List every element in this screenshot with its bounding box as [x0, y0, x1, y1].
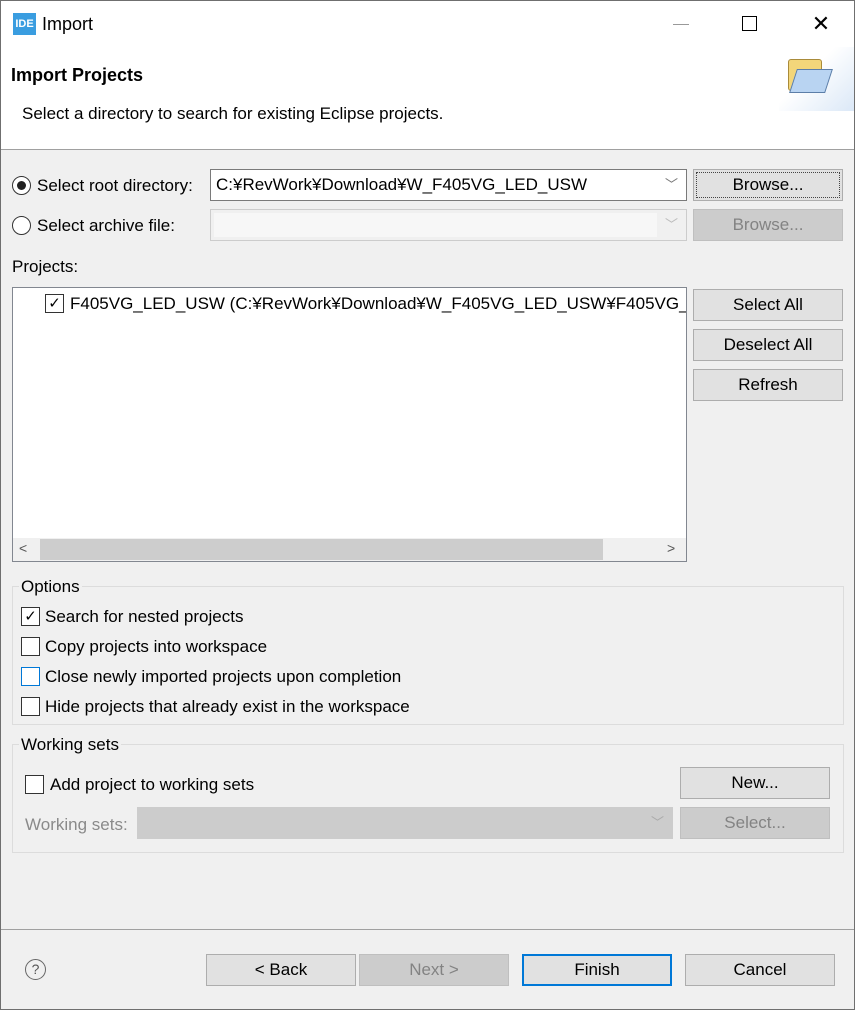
working-sets-group-label: Working sets	[19, 735, 121, 755]
minimize-button[interactable]	[656, 11, 706, 37]
archive-browse-button: Browse...	[693, 209, 843, 241]
project-item-label[interactable]: F405VG_LED_USW (C:¥RevWork¥Download¥W_F4…	[70, 294, 686, 314]
new-working-set-button[interactable]: New...	[680, 767, 830, 799]
help-icon[interactable]: ?	[25, 959, 46, 980]
working-sets-combo: ﹀	[137, 807, 673, 839]
scroll-right-icon[interactable]: >	[667, 540, 675, 556]
horizontal-scrollbar[interactable]: < >	[13, 538, 686, 561]
chevron-down-icon[interactable]: ﹀	[665, 170, 678, 200]
refresh-button[interactable]: Refresh	[693, 369, 843, 401]
archive-file-label: Select archive file:	[37, 216, 175, 235]
copy-projects-checkbox[interactable]	[21, 637, 40, 656]
close-imported-label[interactable]: Close newly imported projects upon compl…	[45, 667, 401, 687]
scrollbar-thumb[interactable]	[40, 539, 603, 560]
folder-open-icon	[779, 47, 854, 111]
back-button[interactable]: < Back	[206, 954, 356, 986]
page-title: Import Projects	[11, 65, 144, 85]
deselect-all-button[interactable]: Deselect All	[693, 329, 843, 361]
add-working-sets-label[interactable]: Add project to working sets	[50, 775, 254, 795]
title-bar: IDE Import ✕	[1, 1, 854, 47]
footer-separator	[1, 929, 854, 930]
archive-file-radio[interactable]	[12, 216, 31, 235]
import-dialog: IDE Import ✕ Import Projects Select a di…	[0, 0, 855, 1010]
close-imported-checkbox[interactable]	[21, 667, 40, 686]
app-icon: IDE	[13, 13, 36, 35]
next-button: Next >	[359, 954, 509, 986]
project-checkbox[interactable]: ✓	[45, 294, 64, 313]
search-nested-checkbox[interactable]: ✓	[21, 607, 40, 626]
wizard-header: Import Projects Select a directory to se…	[1, 47, 854, 150]
search-nested-label[interactable]: Search for nested projects	[45, 607, 243, 627]
hide-existing-checkbox[interactable]	[21, 697, 40, 716]
page-description: Select a directory to search for existin…	[22, 104, 444, 123]
select-working-set-button: Select...	[680, 807, 830, 839]
add-working-sets-checkbox[interactable]	[25, 775, 44, 794]
finish-button[interactable]: Finish	[522, 954, 672, 986]
hide-existing-label[interactable]: Hide projects that already exist in the …	[45, 697, 410, 717]
root-directory-radio[interactable]	[12, 176, 31, 195]
chevron-down-icon: ﹀	[650, 815, 664, 830]
projects-label: Projects:	[12, 257, 79, 276]
root-directory-label: Select root directory:	[37, 176, 193, 195]
cancel-button[interactable]: Cancel	[685, 954, 835, 986]
options-label: Options	[19, 577, 82, 597]
close-button[interactable]: ✕	[796, 9, 846, 39]
working-sets-label: Working sets:	[25, 815, 128, 834]
root-directory-combo[interactable]: C:¥RevWork¥Download¥W_F405VG_LED_USW ﹀	[210, 169, 687, 201]
projects-list[interactable]: ✓ F405VG_LED_USW (C:¥RevWork¥Download¥W_…	[12, 287, 687, 562]
copy-projects-label[interactable]: Copy projects into workspace	[45, 637, 267, 657]
scroll-left-icon[interactable]: <	[19, 540, 27, 556]
root-browse-button[interactable]: Browse...	[693, 169, 843, 201]
chevron-down-icon: ﹀	[664, 217, 678, 232]
maximize-button[interactable]	[726, 11, 776, 37]
archive-file-combo[interactable]: ﹀	[210, 209, 687, 241]
window-title: Import	[42, 14, 94, 34]
root-directory-value: C:¥RevWork¥Download¥W_F405VG_LED_USW	[216, 175, 588, 194]
select-all-button[interactable]: Select All	[693, 289, 843, 321]
